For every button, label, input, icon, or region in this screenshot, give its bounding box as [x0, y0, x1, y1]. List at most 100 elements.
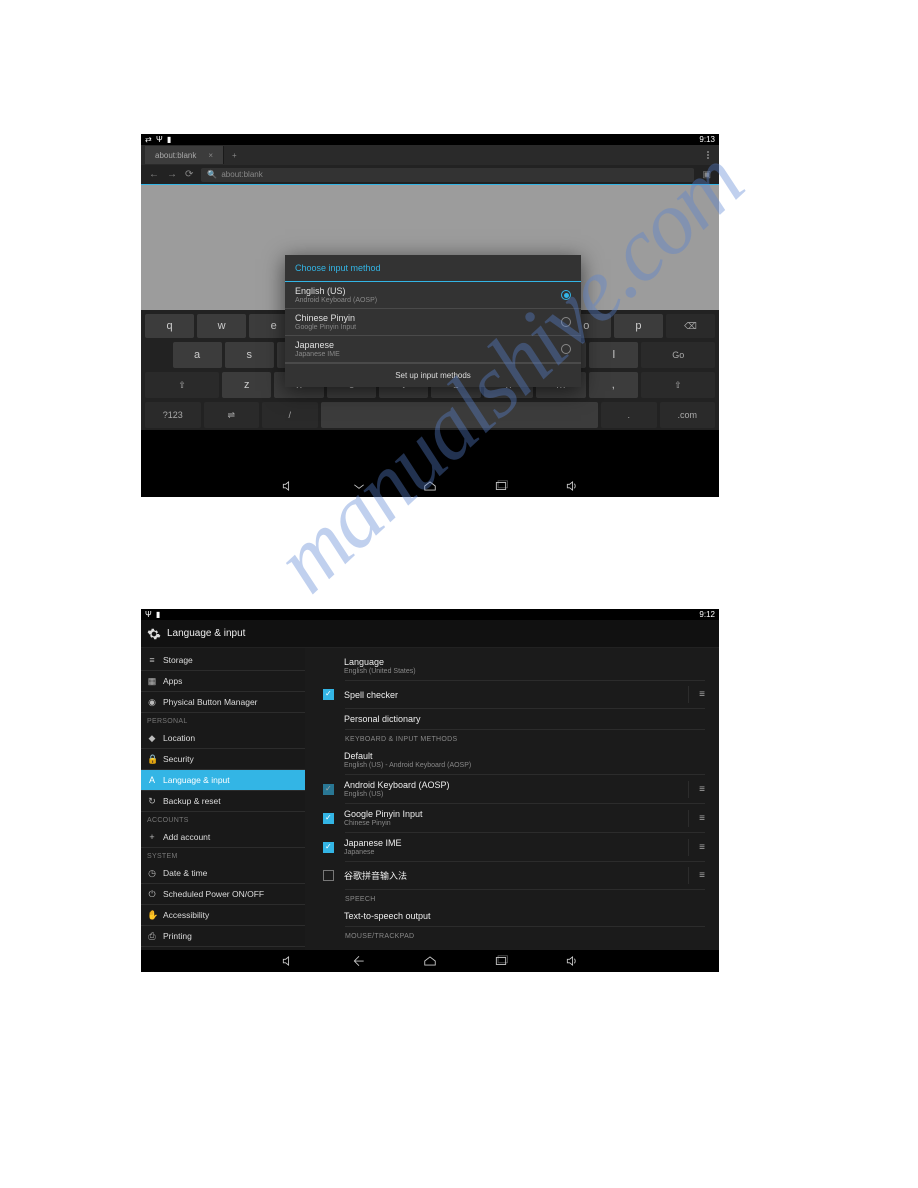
key-com[interactable]: .com — [660, 402, 716, 428]
recent-nav-icon[interactable] — [493, 955, 509, 967]
sidebar-section-personal: PERSONAL — [141, 713, 305, 728]
input-method-option[interactable]: Japanese Japanese IME — [285, 336, 581, 363]
sidebar-item-location[interactable]: ◆Location — [141, 728, 305, 749]
sidebar-item-printing[interactable]: ⎙Printing — [141, 926, 305, 947]
key-space[interactable] — [321, 402, 599, 428]
key-w[interactable]: w — [197, 314, 246, 338]
tts-row[interactable]: Text-to-speech output — [345, 906, 705, 927]
new-tab-button[interactable]: + — [224, 148, 245, 163]
overflow-menu-icon[interactable] — [707, 151, 715, 159]
browser-tab-bar: about:blank × + — [141, 145, 719, 165]
key-shift-right[interactable]: ⇧ — [641, 372, 715, 398]
checkbox-checked-icon[interactable] — [323, 784, 334, 795]
google-pinyin-cn-row[interactable]: 谷歌拼音输入法 ≡ — [345, 862, 705, 890]
lock-icon: 🔒 — [147, 754, 157, 765]
wifi-icon: ⇄ — [145, 135, 152, 144]
option-sublabel: Japanese IME — [295, 351, 340, 358]
add-icon: + — [147, 832, 157, 842]
checkbox-checked-icon[interactable] — [323, 813, 334, 824]
url-input[interactable]: 🔍 about:blank — [201, 168, 694, 182]
key-z[interactable]: z — [222, 372, 271, 398]
sidebar-item-scheduled-power[interactable]: ⏻Scheduled Power ON/OFF — [141, 884, 305, 905]
language-row[interactable]: Language English (United States) — [345, 652, 705, 681]
tune-icon[interactable]: ≡ — [688, 867, 705, 884]
checkbox-checked-icon[interactable] — [323, 842, 334, 853]
key-p[interactable]: p — [614, 314, 663, 338]
sidebar-item-apps[interactable]: ▦Apps — [141, 671, 305, 692]
android-keyboard-row[interactable]: Android Keyboard (AOSP) English (US) ≡ — [345, 775, 705, 804]
detail-section-speech: SPEECH — [345, 890, 705, 906]
sidebar-item-storage[interactable]: ≡Storage — [141, 650, 305, 671]
storage-icon: ≡ — [147, 655, 157, 665]
key-comma[interactable]: , — [589, 372, 638, 398]
recent-nav-icon[interactable] — [493, 480, 509, 492]
browser-tab[interactable]: about:blank × — [145, 146, 224, 164]
key-shift[interactable]: ⇧ — [145, 372, 219, 398]
key-numeric[interactable]: ?123 — [145, 402, 201, 428]
google-pinyin-row[interactable]: Google Pinyin Input Chinese Pinyin ≡ — [345, 804, 705, 833]
sidebar-item-accessibility[interactable]: ✋Accessibility — [141, 905, 305, 926]
close-icon[interactable]: × — [208, 151, 213, 160]
system-nav-bar — [141, 475, 719, 497]
apps-icon: ▦ — [147, 676, 157, 687]
volume-up-icon[interactable] — [564, 480, 580, 492]
volume-down-icon[interactable] — [280, 480, 296, 492]
browser-toolbar: ← → ⟳ 🔍 about:blank ▣ — [141, 165, 719, 185]
usb-icon: Ψ — [145, 610, 152, 619]
default-ime-row[interactable]: Default English (US) - Android Keyboard … — [345, 746, 705, 775]
sidebar-item-add-account[interactable]: +Add account — [141, 827, 305, 848]
tune-icon[interactable]: ≡ — [688, 781, 705, 798]
key-l[interactable]: l — [589, 342, 638, 368]
checkbox-checked-icon[interactable] — [323, 689, 334, 700]
tune-icon[interactable]: ≡ — [688, 810, 705, 827]
sidebar-item-backup[interactable]: ↻Backup & reset — [141, 791, 305, 812]
option-label: Chinese Pinyin — [295, 313, 356, 323]
tune-icon[interactable]: ≡ — [688, 686, 705, 703]
radio-unselected-icon[interactable] — [561, 317, 571, 327]
key-q[interactable]: q — [145, 314, 194, 338]
key-a[interactable]: a — [173, 342, 222, 368]
key-lang-switch[interactable]: ⇌ — [204, 402, 260, 428]
input-method-option[interactable]: English (US) Android Keyboard (AOSP) — [285, 282, 581, 309]
radio-selected-icon[interactable] — [561, 290, 571, 300]
volume-down-icon[interactable] — [280, 955, 296, 967]
back-nav-icon[interactable] — [351, 955, 367, 967]
sidebar-item-button-manager[interactable]: ◉Physical Button Manager — [141, 692, 305, 713]
key-go[interactable]: Go — [641, 342, 715, 368]
choose-input-method-dialog: Choose input method English (US) Android… — [285, 255, 581, 387]
sidebar-item-security[interactable]: 🔒Security — [141, 749, 305, 770]
forward-icon[interactable]: → — [167, 169, 177, 180]
reload-icon[interactable]: ⟳ — [185, 169, 193, 180]
home-nav-icon[interactable] — [422, 480, 438, 492]
key-backspace[interactable]: ⌫ — [666, 314, 715, 338]
japanese-ime-row[interactable]: Japanese IME Japanese ≡ — [345, 833, 705, 862]
back-icon[interactable]: ← — [149, 169, 159, 180]
settings-header: Language & input — [141, 620, 719, 648]
bookmark-icon[interactable]: ▣ — [702, 169, 711, 180]
language-icon: A — [147, 775, 157, 785]
battery-icon: ▮ — [156, 610, 160, 619]
settings-detail: Language English (United States) Spell c… — [305, 648, 719, 950]
key-dot[interactable]: . — [601, 402, 657, 428]
search-icon: 🔍 — [207, 170, 217, 179]
status-time: 9:13 — [699, 135, 715, 144]
personal-dictionary-row[interactable]: Personal dictionary — [345, 709, 705, 730]
key-s[interactable]: s — [225, 342, 274, 368]
spell-checker-row[interactable]: Spell checker ≡ — [345, 681, 705, 709]
input-method-option[interactable]: Chinese Pinyin Google Pinyin Input — [285, 309, 581, 336]
screenshot-browser-keyboard: ⇄ Ψ ▮ 9:13 about:blank × + ← → ⟳ 🔍 — [141, 134, 719, 497]
gear-icon — [147, 627, 161, 641]
sidebar-item-datetime[interactable]: ◷Date & time — [141, 863, 305, 884]
backup-icon: ↻ — [147, 796, 157, 807]
usb-icon: Ψ — [156, 135, 163, 144]
sidebar-item-language[interactable]: ALanguage & input — [141, 770, 305, 791]
home-nav-icon[interactable] — [422, 955, 438, 967]
back-nav-icon[interactable] — [351, 480, 367, 492]
checkbox-unchecked-icon[interactable] — [323, 870, 334, 881]
setup-input-methods-button[interactable]: Set up input methods — [285, 363, 581, 387]
key-slash[interactable]: / — [262, 402, 318, 428]
radio-unselected-icon[interactable] — [561, 344, 571, 354]
volume-up-icon[interactable] — [564, 955, 580, 967]
option-sublabel: Google Pinyin Input — [295, 324, 356, 331]
tune-icon[interactable]: ≡ — [688, 839, 705, 856]
